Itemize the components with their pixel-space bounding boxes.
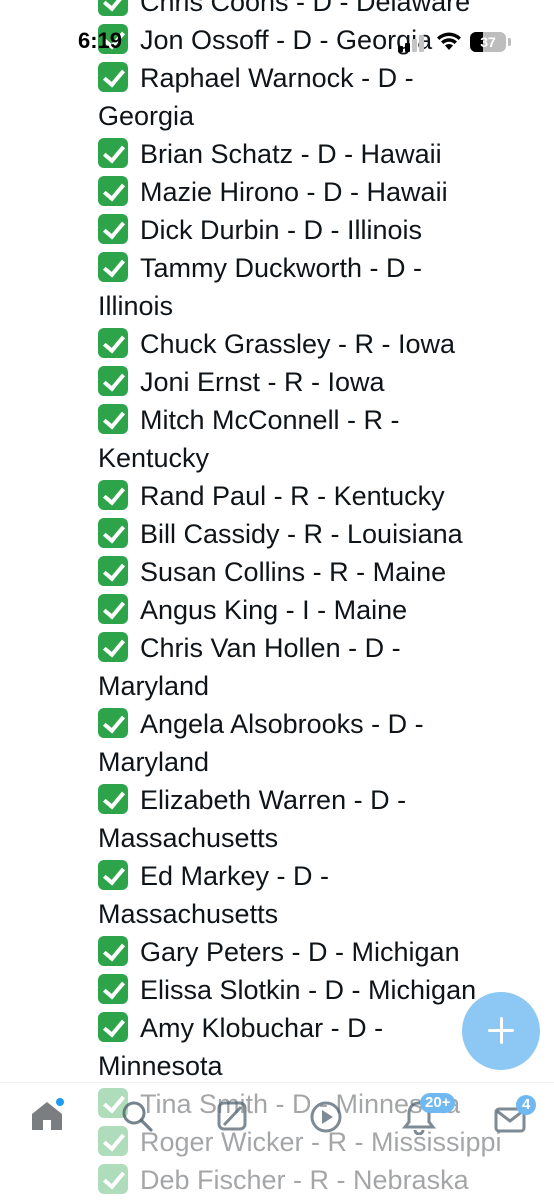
battery-icon: 37	[470, 32, 506, 52]
senator-list-item: Rand Paul - R - Kentucky	[98, 477, 548, 515]
senator-line-text: Mazie Hirono - D - Hawaii	[140, 177, 448, 207]
senator-list-item-continuation: Kentucky	[98, 439, 548, 477]
senator-line-text: Susan Collins - R - Maine	[140, 557, 447, 587]
check-mark-icon	[98, 328, 128, 358]
nav-videos[interactable]	[308, 1099, 348, 1139]
senator-line-text: Illinois	[98, 291, 174, 321]
check-mark-icon	[98, 708, 128, 738]
senator-list-item: Elizabeth Warren - D -	[98, 781, 548, 819]
check-mark-icon	[98, 594, 128, 624]
check-mark-icon	[98, 632, 128, 662]
senator-list-item: Chris Van Hollen - D -	[98, 629, 548, 667]
check-mark-icon	[98, 480, 128, 510]
check-mark-icon	[98, 366, 128, 396]
cellular-signal-icon	[398, 34, 426, 52]
senator-line-text: Raphael Warnock - D -	[140, 63, 414, 93]
senator-list-item: Chris Coons - D - Delaware	[98, 0, 548, 21]
nav-messages[interactable]: 4	[494, 1095, 537, 1139]
senator-list-item-continuation: Maryland	[98, 743, 548, 781]
battery-tip	[508, 38, 511, 46]
senator-line-text: Gary Peters - D - Michigan	[140, 937, 460, 967]
check-mark-icon	[98, 1012, 128, 1042]
notifications-badge: 20+	[420, 1093, 456, 1113]
check-mark-icon	[98, 138, 128, 168]
check-mark-icon	[98, 214, 128, 244]
senator-line-text: Rand Paul - R - Kentucky	[140, 481, 445, 511]
home-unread-dot	[56, 1098, 64, 1106]
check-mark-icon	[98, 252, 128, 282]
senator-list-item-continuation: Massachusetts	[98, 819, 548, 857]
senator-line-text: Massachusetts	[98, 899, 279, 929]
nav-search[interactable]	[120, 1099, 160, 1139]
senator-list-item-continuation: Georgia	[98, 97, 548, 135]
senator-line-text: Angela Alsobrooks - D -	[140, 709, 424, 739]
messages-badge: 4	[516, 1095, 537, 1115]
check-mark-icon	[98, 518, 128, 548]
check-mark-icon	[98, 936, 128, 966]
senator-list-item-continuation: Massachusetts	[98, 895, 548, 933]
senator-list-item: Angus King - I - Maine	[98, 591, 548, 629]
nav-grok[interactable]	[215, 1099, 255, 1139]
check-mark-icon	[98, 62, 128, 92]
senator-line-text: Elizabeth Warren - D -	[140, 785, 407, 815]
check-mark-icon	[98, 784, 128, 814]
status-time: 6:19	[78, 28, 123, 53]
senator-line-text: Ed Markey - D -	[140, 861, 330, 891]
senator-line-text: Tammy Duckworth - D -	[140, 253, 423, 283]
senator-line-text: Maryland	[98, 671, 210, 701]
battery-level: 37	[480, 34, 496, 50]
senator-list-item: Joni Ernst - R - Iowa	[98, 363, 548, 401]
senator-line-text: Bill Cassidy - R - Louisiana	[140, 519, 463, 549]
check-mark-icon	[98, 404, 128, 434]
wifi-icon	[437, 32, 461, 50]
check-mark-icon	[98, 0, 128, 16]
senator-line-text: Dick Durbin - D - Illinois	[140, 215, 423, 245]
senator-list-item: Mazie Hirono - D - Hawaii	[98, 173, 548, 211]
senator-line-text: Amy Klobuchar - D -	[140, 1013, 384, 1043]
senator-list-item: Mitch McConnell - R -	[98, 401, 548, 439]
check-mark-icon	[98, 860, 128, 890]
senator-list-item: Gary Peters - D - Michigan	[98, 933, 548, 971]
nav-home[interactable]	[30, 1098, 70, 1139]
senator-line-text: Joni Ernst - R - Iowa	[140, 367, 385, 397]
check-mark-icon	[98, 974, 128, 1004]
senator-list-item: Tammy Duckworth - D -	[98, 249, 548, 287]
senator-list-item: Bill Cassidy - R - Louisiana	[98, 515, 548, 553]
senator-list-item: Raphael Warnock - D -	[98, 59, 548, 97]
grok-icon	[217, 1101, 247, 1131]
bottom-nav: 20+ 4	[0, 1082, 554, 1200]
senator-list-item: Brian Schatz - D - Hawaii	[98, 135, 548, 173]
check-mark-icon	[98, 176, 128, 206]
senator-line-text: Elissa Slotkin - D - Michigan	[140, 975, 477, 1005]
senator-line-text: Minnesota	[98, 1051, 223, 1081]
status-bar: 6:19 37	[0, 26, 554, 56]
nav-notifications[interactable]: 20+	[402, 1093, 456, 1139]
senator-line-text: Maryland	[98, 747, 210, 777]
senator-list-item-continuation: Illinois	[98, 287, 548, 325]
senator-list-item: Ed Markey - D -	[98, 857, 548, 895]
senator-line-text: Chris Van Hollen - D -	[140, 633, 401, 663]
senator-line-text: Brian Schatz - D - Hawaii	[140, 139, 442, 169]
check-mark-icon	[98, 556, 128, 586]
senator-line-text: Georgia	[98, 101, 195, 131]
senator-list-item: Susan Collins - R - Maine	[98, 553, 548, 591]
play-icon	[310, 1101, 342, 1133]
senator-line-text: Mitch McConnell - R -	[140, 405, 400, 435]
senator-list-item: Chuck Grassley - R - Iowa	[98, 325, 548, 363]
senator-line-text: Kentucky	[98, 443, 210, 473]
senator-line-text: Chuck Grassley - R - Iowa	[140, 329, 456, 359]
senator-list-item: Dick Durbin - D - Illinois	[98, 211, 548, 249]
plus-icon-vertical	[500, 1017, 503, 1044]
search-icon	[122, 1101, 153, 1132]
senator-list-item-continuation: Maryland	[98, 667, 548, 705]
compose-button[interactable]	[462, 992, 540, 1070]
senator-list-item: Angela Alsobrooks - D -	[98, 705, 548, 743]
senator-line-text: Chris Coons - D - Delaware	[140, 0, 471, 17]
senator-line-text: Angus King - I - Maine	[140, 595, 408, 625]
senator-line-text: Massachusetts	[98, 823, 279, 853]
